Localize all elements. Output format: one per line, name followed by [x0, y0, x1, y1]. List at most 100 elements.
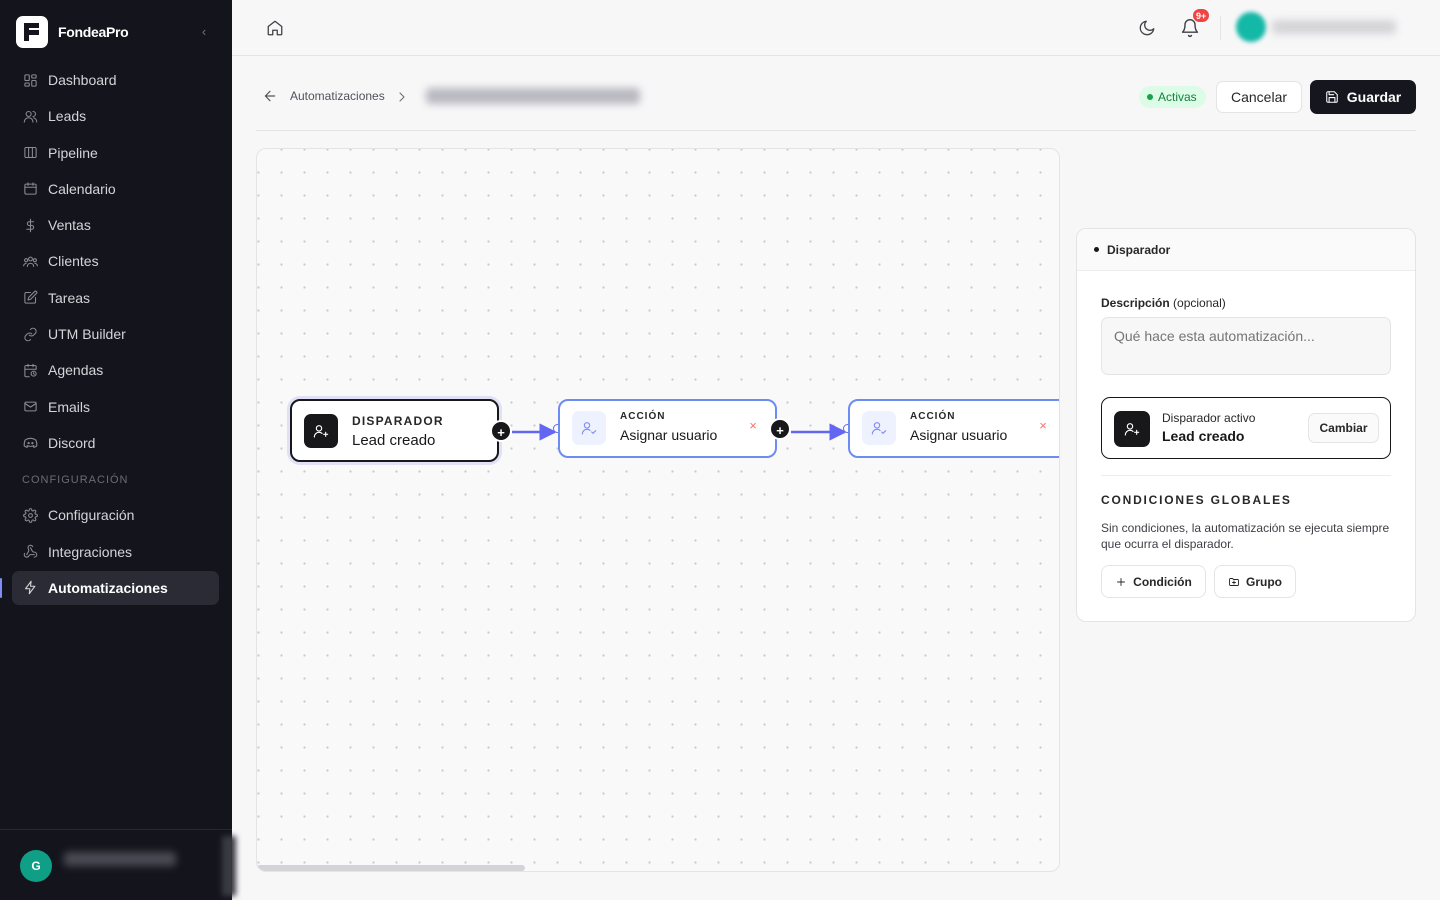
add-condition-button[interactable]: Condición: [1101, 565, 1206, 598]
sidebar-item-label: Integraciones: [48, 543, 133, 560]
dashboard-icon: [22, 72, 38, 88]
dollar-icon: [22, 217, 38, 233]
home-icon[interactable]: [266, 19, 284, 37]
columns-icon: [22, 145, 38, 161]
sidebar-item-automatizaciones[interactable]: Automatizaciones: [0, 570, 219, 605]
user-plus-icon: [1114, 411, 1150, 447]
sidebar-item-leads[interactable]: Leads: [12, 99, 219, 133]
add-group-button[interactable]: Grupo: [1214, 565, 1296, 598]
topbar-divider: [1220, 16, 1221, 40]
discord-icon: [22, 435, 38, 451]
brand-name: FondeaPro: [58, 24, 129, 40]
gear-icon: [22, 507, 38, 523]
users-icon: [22, 108, 38, 124]
trigger-node[interactable]: DISPARADOR Lead creado: [290, 399, 499, 462]
plus-icon: [1117, 577, 1126, 586]
sidebar-item-label: Emails: [48, 398, 91, 415]
sidebar-item-label: Calendario: [48, 180, 116, 197]
sidebar-item-pipeline[interactable]: Pipeline: [12, 136, 219, 170]
node-kicker: DISPARADOR: [352, 414, 444, 428]
sidebar-item-calendario[interactable]: Calendario: [12, 172, 219, 206]
sidebar-item-label: Agendas: [48, 362, 104, 379]
sidebar-edge: [222, 836, 236, 896]
sidebar-item-integraciones[interactable]: Integraciones: [12, 535, 219, 569]
trigger-card-value: Lead creado: [1162, 428, 1245, 444]
sidebar-item-configuracion[interactable]: Configuración: [12, 498, 219, 532]
brand-logo-icon: [16, 16, 48, 48]
sidebar-item-utm-builder[interactable]: UTM Builder: [12, 317, 219, 351]
folder-plus-icon: [1229, 577, 1239, 586]
collapse-sidebar-icon[interactable]: ‹: [196, 24, 212, 40]
brand[interactable]: FondeaPro: [16, 16, 129, 48]
back-arrow-icon[interactable]: [262, 88, 278, 104]
panel-header: Disparador: [1077, 229, 1415, 271]
user-name-redacted: [1272, 20, 1396, 34]
sidebar-item-agendas[interactable]: Agendas: [12, 353, 219, 387]
sidebar-item-emails[interactable]: Emails: [12, 390, 219, 424]
save-label: Guardar: [1346, 89, 1402, 105]
chevron-right-icon: [394, 89, 410, 105]
sidebar-item-label: UTM Builder: [48, 326, 126, 343]
change-trigger-button[interactable]: Cambiar: [1308, 413, 1379, 443]
link-icon: [22, 326, 38, 342]
panel-dot: [1094, 247, 1099, 252]
user-check-icon: [572, 411, 606, 445]
node-title: Asignar usuario: [620, 427, 718, 443]
sidebar-item-label: Clientes: [48, 253, 99, 270]
add-group-label: Grupo: [1246, 574, 1282, 589]
panel-divider: [1101, 475, 1391, 476]
close-icon[interactable]: ×: [1036, 419, 1050, 433]
sidebar-user[interactable]: G: [0, 829, 232, 900]
node-kicker: ACCIÓN: [620, 411, 666, 422]
status-badge[interactable]: Activas: [1139, 86, 1206, 108]
sidebar-item-discord[interactable]: Discord: [12, 426, 219, 460]
status-label: Activas: [1158, 90, 1197, 104]
sidebar-item-label: Dashboard: [48, 72, 117, 88]
flow-canvas[interactable]: DISPARADOR Lead creado + ACCIÓN Asignar …: [256, 148, 1060, 872]
action-node[interactable]: ACCIÓN Asignar usuario ×: [848, 399, 1059, 458]
conditions-title: CONDICIONES GLOBALES: [1101, 493, 1292, 507]
active-trigger-card: Disparador activo Lead creado Cambiar: [1101, 397, 1391, 459]
sidebar-item-label: Discord: [48, 434, 96, 451]
canvas-scrollbar[interactable]: [257, 865, 525, 871]
action-node[interactable]: ACCIÓN Asignar usuario ×: [558, 399, 777, 458]
description-label-text: Descripción: [1101, 296, 1170, 310]
add-step-button[interactable]: +: [769, 418, 791, 440]
trigger-card-label: Disparador activo: [1162, 411, 1256, 425]
user-check-icon: [862, 411, 896, 445]
close-icon[interactable]: ×: [746, 419, 760, 433]
panel-title: Disparador: [1107, 242, 1171, 257]
mail-icon: [22, 399, 38, 415]
description-optional: (opcional): [1173, 296, 1226, 310]
save-icon: [1325, 91, 1338, 103]
edit-icon: [22, 290, 38, 306]
header-divider: [256, 130, 1416, 131]
add-step-button[interactable]: +: [490, 420, 512, 442]
description-label: Descripción (opcional): [1101, 296, 1226, 310]
webhook-icon: [22, 544, 38, 560]
node-title: Lead creado: [352, 432, 436, 449]
conditions-description: Sin condiciones, la automatización se ej…: [1101, 521, 1390, 551]
add-condition-label: Condición: [1133, 574, 1192, 589]
notification-badge: 9+: [1192, 8, 1211, 23]
sidebar-item-label: Automatizaciones: [48, 579, 168, 596]
moon-icon[interactable]: [1138, 19, 1156, 37]
sidebar-item-ventas[interactable]: Ventas: [12, 208, 219, 242]
avatar[interactable]: G: [20, 850, 52, 882]
save-button[interactable]: Guardar: [1310, 80, 1416, 114]
sidebar-section-config: CONFIGURACIÓN: [22, 474, 129, 487]
bolt-icon: [22, 580, 38, 596]
calendar-clock-icon: [22, 362, 38, 378]
calendar-icon: [22, 181, 38, 197]
sidebar-nav: Dashboard Leads Pipeline Calendario Vent…: [0, 63, 219, 607]
user-name-redacted: [64, 852, 176, 866]
avatar[interactable]: [1236, 12, 1266, 42]
cancel-button[interactable]: Cancelar: [1216, 81, 1302, 113]
description-input[interactable]: [1101, 317, 1391, 375]
user-plus-icon: [304, 414, 338, 448]
sidebar-item-label: Tareas: [48, 289, 91, 306]
sidebar-item-clientes[interactable]: Clientes: [12, 244, 219, 278]
breadcrumb[interactable]: Automatizaciones: [290, 89, 385, 103]
sidebar-item-dashboard[interactable]: Dashboard: [12, 63, 219, 97]
sidebar-item-tareas[interactable]: Tareas: [12, 281, 219, 315]
